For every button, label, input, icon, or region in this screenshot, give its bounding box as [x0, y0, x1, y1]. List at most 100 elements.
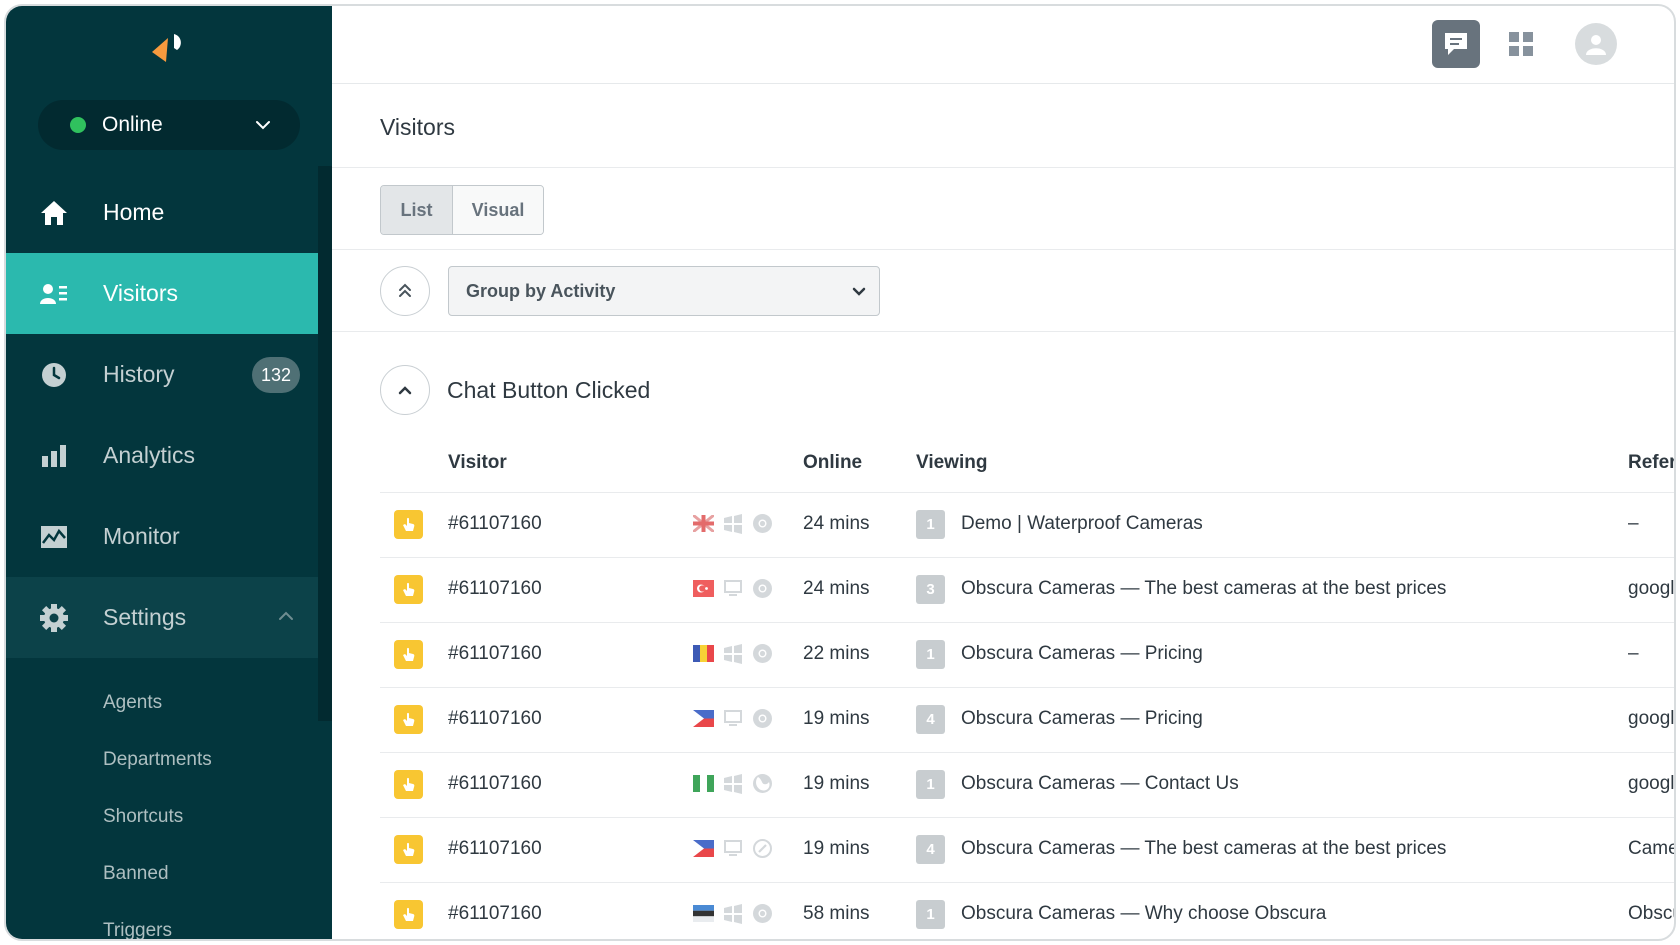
collapse-all-button[interactable] [380, 266, 430, 316]
desktop-icon [724, 840, 742, 856]
windows-icon [724, 514, 742, 534]
apps-grid-icon[interactable] [1508, 31, 1534, 57]
viewing-page-title[interactable]: Obscura Cameras — Why choose Obscura [961, 903, 1326, 925]
chat-bubble-icon [1445, 33, 1467, 55]
chrome-icon [753, 904, 772, 923]
tab-list[interactable]: List [381, 186, 453, 234]
visitor-id: #61107160 [448, 773, 542, 794]
chrome-icon [753, 644, 772, 663]
nav-label-visitors: Visitors [103, 280, 178, 306]
divider [332, 331, 1674, 332]
table-row[interactable]: #61107160 19 mins 4 Obscura Cameras — Pr… [380, 687, 1674, 752]
nav-label-home: Home [103, 199, 165, 225]
table-row[interactable]: #61107160 19 mins 1 Obscura Cameras — Co… [380, 752, 1674, 817]
tab-visual[interactable]: Visual [453, 186, 543, 234]
online-duration: 19 mins [803, 708, 870, 729]
hand-pointer-icon [394, 510, 423, 539]
viewing-page-title[interactable]: Demo | Waterproof Cameras [961, 513, 1203, 535]
estonia-flag-icon [693, 905, 714, 922]
page-count-badge: 4 [916, 705, 945, 734]
history-count-badge: 132 [252, 357, 300, 393]
table-row[interactable]: #61107160 24 mins 1 Demo | Waterproof Ca… [380, 492, 1674, 557]
referrer: google [1628, 578, 1675, 599]
visitors-icon [38, 279, 70, 309]
online-duration: 58 mins [803, 903, 870, 924]
page-count-badge: 1 [916, 640, 945, 669]
philippines-flag-icon [693, 710, 714, 727]
status-label: Online [102, 113, 163, 136]
chevron-up-icon [398, 386, 412, 395]
page-count-badge: 3 [916, 575, 945, 604]
gear-icon [38, 603, 70, 633]
column-header-referrer[interactable]: Refer [1628, 452, 1674, 474]
settings-shortcuts-link[interactable]: Shortcuts [103, 806, 183, 828]
nav-item-settings[interactable]: Settings [6, 577, 318, 658]
nav-item-monitor[interactable]: Monitor [6, 496, 318, 577]
desktop-icon [724, 580, 742, 596]
visitor-id: #61107160 [448, 513, 542, 534]
online-duration: 24 mins [803, 513, 870, 534]
turkey-flag-icon [693, 580, 714, 597]
bar-chart-icon [38, 441, 70, 471]
settings-triggers-link[interactable]: Triggers [103, 920, 172, 939]
visitor-id: #61107160 [448, 708, 542, 729]
chat-button[interactable] [1432, 20, 1480, 68]
referrer: google [1628, 773, 1675, 794]
divider [332, 249, 1674, 250]
online-duration: 24 mins [803, 578, 870, 599]
sidebar-scrollbar[interactable] [318, 166, 332, 721]
group-by-value: Group by Activity [466, 280, 616, 301]
brand-logo [152, 34, 181, 62]
desktop-icon [724, 710, 742, 726]
column-header-viewing[interactable]: Viewing [916, 452, 987, 474]
online-duration: 19 mins [803, 838, 870, 859]
group-title: Chat Button Clicked [447, 377, 651, 403]
windows-icon [724, 644, 742, 664]
nav-item-home[interactable]: Home [6, 172, 318, 253]
viewing-page-title[interactable]: Obscura Cameras — Contact Us [961, 773, 1239, 795]
collapse-group-button[interactable] [380, 365, 430, 415]
online-duration: 19 mins [803, 773, 870, 794]
table-row[interactable]: #61107160 19 mins 4 Obscura Cameras — Th… [380, 817, 1674, 882]
viewing-page-title[interactable]: Obscura Cameras — Pricing [961, 643, 1203, 665]
settings-banned-link[interactable]: Banned [103, 863, 169, 885]
referrer: google [1628, 708, 1675, 729]
column-header-online[interactable]: Online [803, 452, 862, 474]
referrer: – [1628, 643, 1639, 664]
status-selector[interactable]: Online [38, 100, 300, 150]
romania-flag-icon [693, 645, 714, 662]
table-row[interactable]: #61107160 58 mins 1 Obscura Cameras — Wh… [380, 882, 1674, 939]
nigeria-flag-icon [693, 775, 714, 792]
nav-label-settings: Settings [103, 604, 187, 630]
settings-agents-link[interactable]: Agents [103, 692, 162, 714]
nav-item-history[interactable]: History 132 [6, 334, 318, 415]
viewing-page-title[interactable]: Obscura Cameras — Pricing [961, 708, 1203, 730]
chrome-icon [753, 579, 772, 598]
chevron-up-icon [279, 611, 293, 620]
chrome-icon [753, 709, 772, 728]
visitor-id: #61107160 [448, 643, 542, 664]
page-count-badge: 1 [916, 510, 945, 539]
column-header-visitor[interactable]: Visitor [448, 452, 507, 474]
app-window: Online Home Visitors History 132 Analyti… [4, 4, 1676, 941]
table-row[interactable]: #61107160 24 mins 3 Obscura Cameras — Th… [380, 557, 1674, 622]
user-avatar[interactable] [1575, 23, 1617, 65]
viewing-page-title[interactable]: Obscura Cameras — The best cameras at th… [961, 578, 1446, 600]
sidebar: Online Home Visitors History 132 Analyti… [6, 6, 332, 939]
windows-icon [724, 774, 742, 794]
home-icon [38, 198, 70, 228]
referrer: – [1628, 513, 1639, 534]
table-row[interactable]: #61107160 22 mins 1 Obscura Cameras — Pr… [380, 622, 1674, 687]
chevron-down-icon [852, 287, 866, 296]
visitor-id: #61107160 [448, 838, 542, 859]
visitor-id: #61107160 [448, 578, 542, 599]
nav-label-monitor: Monitor [103, 523, 180, 549]
settings-departments-link[interactable]: Departments [103, 749, 212, 771]
nav-item-analytics[interactable]: Analytics [6, 415, 318, 496]
referrer: Came [1628, 838, 1676, 859]
viewing-page-title[interactable]: Obscura Cameras — The best cameras at th… [961, 838, 1446, 860]
group-by-select[interactable]: Group by Activity [448, 266, 880, 316]
hand-pointer-icon [394, 900, 423, 929]
hand-pointer-icon [394, 835, 423, 864]
nav-item-visitors[interactable]: Visitors [6, 253, 318, 334]
